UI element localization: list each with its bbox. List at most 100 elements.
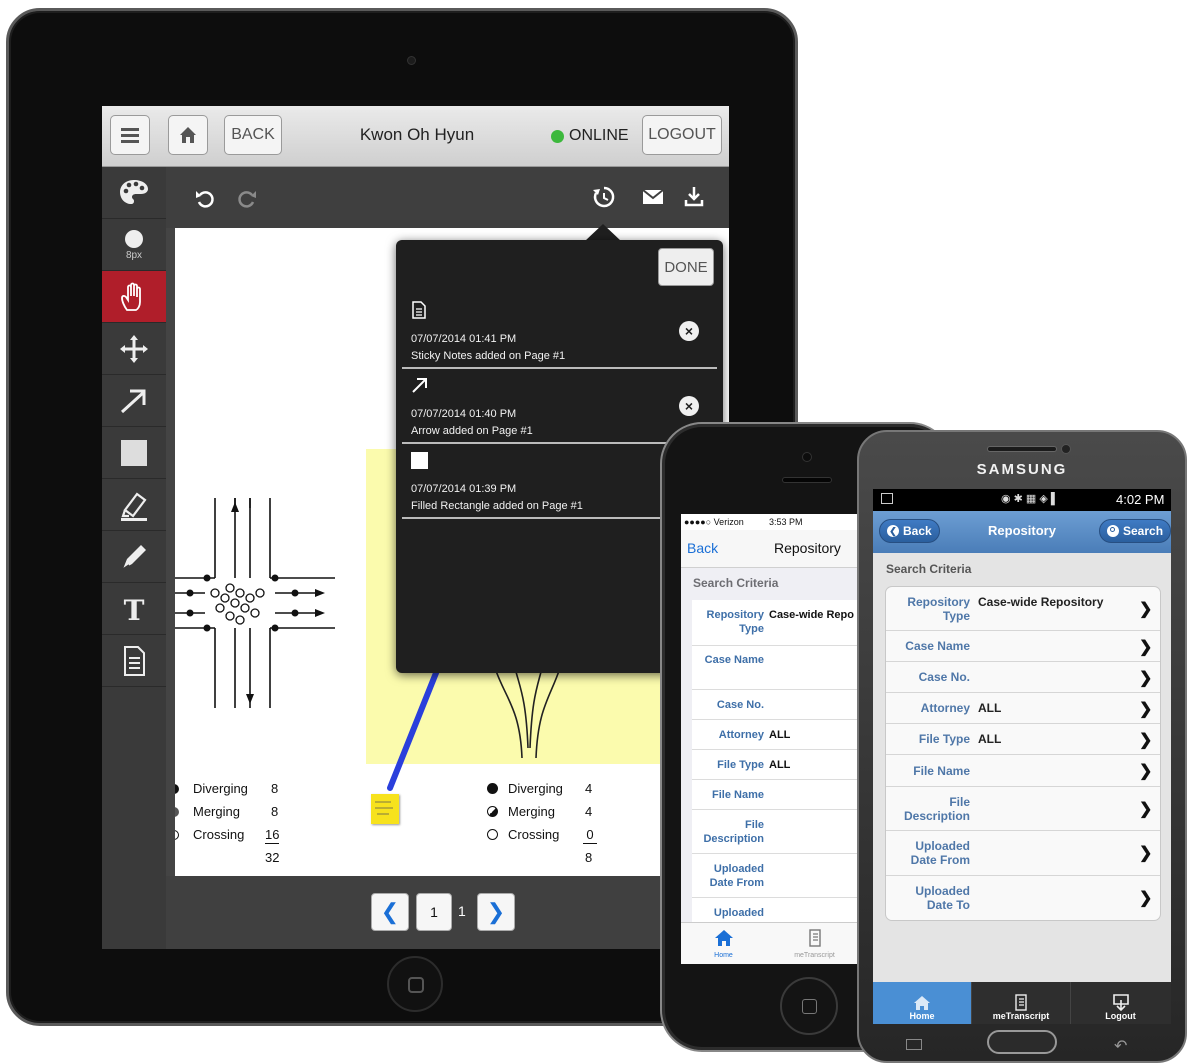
criteria-label: Repository Type (706, 609, 764, 635)
email-icon[interactable] (642, 189, 664, 205)
popover-pointer (585, 224, 621, 241)
transcript-icon (808, 929, 821, 947)
back-button[interactable]: Back (687, 540, 718, 556)
highlighter-tool[interactable] (102, 479, 166, 531)
legend-total: 8 (585, 850, 593, 865)
criteria-row[interactable]: Attorney ALL (692, 720, 863, 750)
history-icon[interactable] (592, 185, 616, 209)
sticky-note-tool[interactable] (102, 635, 166, 687)
criteria-row[interactable]: Case Name (692, 646, 863, 690)
legend-value: 8 (271, 781, 279, 796)
color-palette-tool[interactable] (102, 167, 166, 219)
text-tool[interactable]: T (102, 583, 166, 635)
back-button[interactable]: ❮ Back (879, 519, 940, 543)
iphone-screen: ●●●●○ Verizon 3:53 PM Back Repository Se… (681, 514, 863, 964)
criteria-row[interactable]: Uploaded Date From (692, 854, 863, 898)
samsung-device: SAMSUNG ◉ ✱ ▦ ◈ ▌ 4:02 PM ❮ Back Reposit… (857, 430, 1187, 1063)
arrow-tool[interactable] (102, 375, 166, 427)
legend-value: 8 (271, 804, 279, 819)
criteria-row[interactable]: File Name ❯ (886, 755, 1160, 787)
home-button[interactable] (387, 956, 443, 1012)
edit-toolbar (166, 167, 729, 228)
done-button[interactable]: DONE (658, 248, 714, 286)
criteria-row[interactable]: File Description (692, 810, 863, 854)
hamburger-icon (121, 128, 139, 143)
tab-metranscript[interactable]: meTranscript (766, 923, 863, 964)
undo-icon[interactable] (194, 187, 216, 209)
merging-marker-icon (487, 806, 498, 817)
next-page-button[interactable]: ❯ (477, 893, 515, 931)
history-item[interactable]: 07/07/2014 01:41 PM Sticky Notes added o… (402, 295, 717, 369)
legend-row: Diverging 4 (487, 781, 617, 804)
tab-bar: Home meTranscript (681, 922, 863, 964)
brush-size-tool[interactable]: 8px (102, 219, 166, 271)
pan-hand-tool[interactable] (102, 271, 166, 323)
criteria-row[interactable]: Repository Type Case-wide Repo (692, 600, 863, 646)
home-icon (914, 996, 930, 1010)
transcript-icon (1015, 994, 1027, 1011)
document-icon (412, 301, 426, 319)
filled-rectangle-icon (411, 452, 428, 469)
menu-button[interactable] (110, 115, 150, 155)
back-key-icon[interactable]: ↶ (1114, 1036, 1127, 1056)
home-button[interactable] (987, 1030, 1057, 1054)
criteria-label: Uploaded Date From (910, 839, 970, 867)
prev-page-button[interactable]: ❮ (371, 893, 409, 931)
download-icon[interactable] (684, 185, 704, 207)
legend-label: Merging (508, 804, 555, 819)
search-button[interactable]: Search (1099, 519, 1171, 543)
chevron-left-icon: ❮ (887, 525, 899, 537)
home-nav-button[interactable] (168, 115, 208, 155)
legend-value: 4 (585, 781, 593, 796)
arrow-annotation[interactable] (375, 658, 455, 798)
pen-tool[interactable] (102, 531, 166, 583)
history-item[interactable]: 07/07/2014 01:40 PM Arrow added on Page … (402, 370, 717, 444)
criteria-label: Case No. (918, 670, 970, 684)
diverging-marker-icon (175, 784, 179, 794)
tab-home[interactable]: Home (873, 982, 972, 1024)
chevron-right-icon: ❯ (1139, 601, 1153, 618)
tab-home[interactable]: Home (681, 923, 766, 964)
page-number-input[interactable]: 1 (416, 893, 452, 931)
remove-history-button[interactable]: × (679, 396, 699, 416)
sticky-note-annotation[interactable] (371, 794, 399, 824)
tab-metranscript[interactable]: meTranscript (972, 982, 1071, 1024)
criteria-row[interactable]: File Description ❯ (886, 787, 1160, 831)
menu-key[interactable] (906, 1039, 922, 1050)
criteria-row[interactable]: Attorney ALL ❯ (886, 693, 1160, 724)
tab-logout[interactable]: Logout (1071, 982, 1170, 1024)
criteria-row[interactable]: Case No. ❯ (886, 662, 1160, 693)
criteria-row[interactable]: File Type ALL (692, 750, 863, 780)
logout-button[interactable]: LOGOUT (642, 115, 722, 155)
legend-total: 32 (265, 850, 280, 865)
criteria-label: Uploaded Date To (915, 884, 970, 912)
history-time: 07/07/2014 01:40 PM (411, 408, 517, 420)
home-button[interactable] (780, 977, 838, 1035)
status-bar: ●●●●○ Verizon 3:53 PM (681, 514, 863, 530)
chevron-left-icon: ❮ (380, 899, 400, 924)
criteria-row[interactable]: File Type ALL ❯ (886, 724, 1160, 755)
criteria-row[interactable]: Case No. (692, 690, 863, 720)
legend-right: Diverging 4 Merging 4 Crossing 0 8 (487, 781, 617, 868)
legend-value: 0 (583, 827, 597, 844)
history-time: 07/07/2014 01:39 PM (411, 483, 517, 495)
rectangle-tool[interactable] (102, 427, 166, 479)
legend-label: Merging (193, 804, 240, 819)
remove-history-button[interactable]: × (679, 321, 699, 341)
move-tool[interactable] (102, 323, 166, 375)
legend-row: Merging 8 (175, 804, 289, 827)
back-button[interactable]: BACK (224, 115, 282, 155)
speaker (987, 446, 1057, 452)
criteria-value: ALL (769, 759, 791, 771)
chevron-right-icon: ❯ (1139, 639, 1153, 656)
criteria-row[interactable]: Uploaded Date To ❯ (886, 876, 1160, 920)
redo-icon[interactable] (236, 187, 258, 209)
ipad-screen: BACK Kwon Oh Hyun ONLINE LOGOUT 8px T Di… (102, 106, 729, 949)
legend-label: Crossing (508, 827, 560, 842)
criteria-row[interactable]: Uploaded Date From ❯ (886, 831, 1160, 876)
criteria-row[interactable]: Repository Type Case-wide Repository ❯ (886, 587, 1160, 631)
legend-left: Diverging 8 Merging 8 Crossing 16 32 (175, 781, 289, 868)
criteria-row[interactable]: File Name (692, 780, 863, 810)
chevron-right-icon: ❯ (1139, 801, 1153, 818)
criteria-row[interactable]: Case Name ❯ (886, 631, 1160, 662)
